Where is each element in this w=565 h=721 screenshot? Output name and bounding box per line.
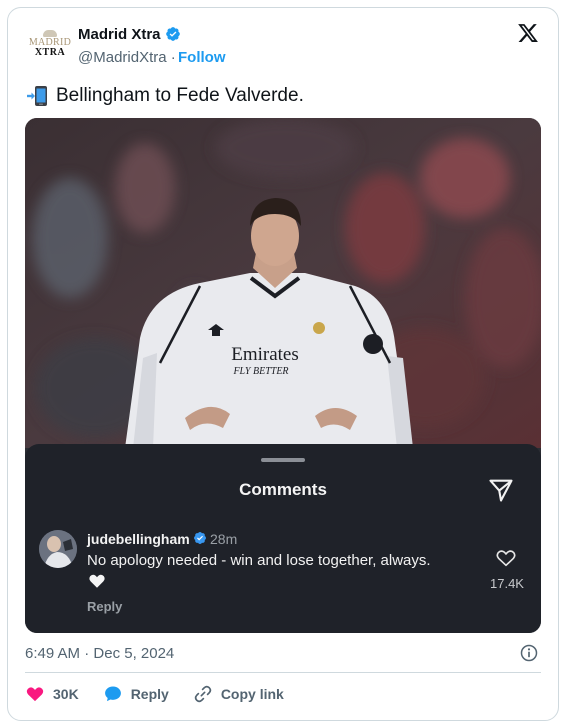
player-photo: Emirates FLY BETTER [25, 118, 541, 448]
handle-text: @MadridXtra [78, 49, 167, 66]
tweet-media[interactable]: Emirates FLY BETTER Comments judebelling… [25, 118, 541, 633]
copy-link-button[interactable]: Copy link [193, 684, 284, 704]
handle-separator: · [166, 49, 176, 66]
commenter-avatar-image [39, 530, 77, 568]
jersey-slogan: FLY BETTER [232, 366, 288, 377]
tweet-text: Bellingham to Fede Valverde. [26, 84, 304, 108]
author-handle[interactable]: @MadridXtra · [78, 49, 176, 66]
tweet-timestamp[interactable]: 6:49 AM · Dec 5, 2024 [25, 645, 174, 662]
verified-badge-icon [166, 27, 180, 41]
follow-button[interactable]: Follow [178, 49, 226, 66]
avatar-logo-bottom: XTRA [34, 47, 66, 58]
author-avatar[interactable]: MADRID XTRA [28, 22, 72, 66]
commenter-avatar[interactable] [39, 530, 77, 568]
tweet-date: Dec 5, 2024 [93, 645, 175, 662]
reply-label: Reply [130, 686, 169, 702]
comment-reply-button[interactable]: Reply [87, 599, 122, 614]
tweet-time: 6:49 AM [25, 645, 81, 662]
heart-filled-icon [26, 687, 44, 702]
author-name[interactable]: Madrid Xtra [78, 26, 161, 43]
send-icon[interactable] [487, 476, 515, 504]
timestamp-separator: · [80, 645, 94, 662]
like-button[interactable]: 30K [25, 684, 79, 704]
tweet-body: Bellingham to Fede Valverde. [56, 85, 304, 106]
reply-bubble-icon [104, 686, 121, 702]
mobile-phone-arrow-icon [27, 86, 47, 106]
x-logo-icon[interactable] [517, 22, 539, 44]
comment-like-count: 17.4K [490, 576, 524, 591]
like-count: 30K [53, 686, 79, 702]
info-icon[interactable] [519, 643, 539, 663]
crown-icon [43, 30, 57, 37]
comment-username[interactable]: judebellingham [87, 531, 190, 547]
tweet-actions: 30K Reply Copy link [25, 684, 308, 704]
actions-divider [25, 672, 541, 673]
white-heart-icon [89, 574, 105, 588]
comment-text: No apology needed - win and lose togethe… [87, 552, 431, 569]
comment-like-icon[interactable] [495, 547, 517, 569]
comments-title: Comments [239, 480, 327, 499]
comments-sheet: Comments judebellingham 28m No apology n… [25, 444, 541, 633]
jersey-sponsor: Emirates [231, 344, 299, 365]
reply-button[interactable]: Reply [103, 684, 169, 704]
copy-link-label: Copy link [220, 686, 284, 702]
comment-time: 28m [210, 531, 238, 547]
commenter-verified-icon [194, 532, 206, 544]
sheet-drag-handle[interactable] [261, 458, 305, 462]
link-icon [194, 685, 212, 703]
